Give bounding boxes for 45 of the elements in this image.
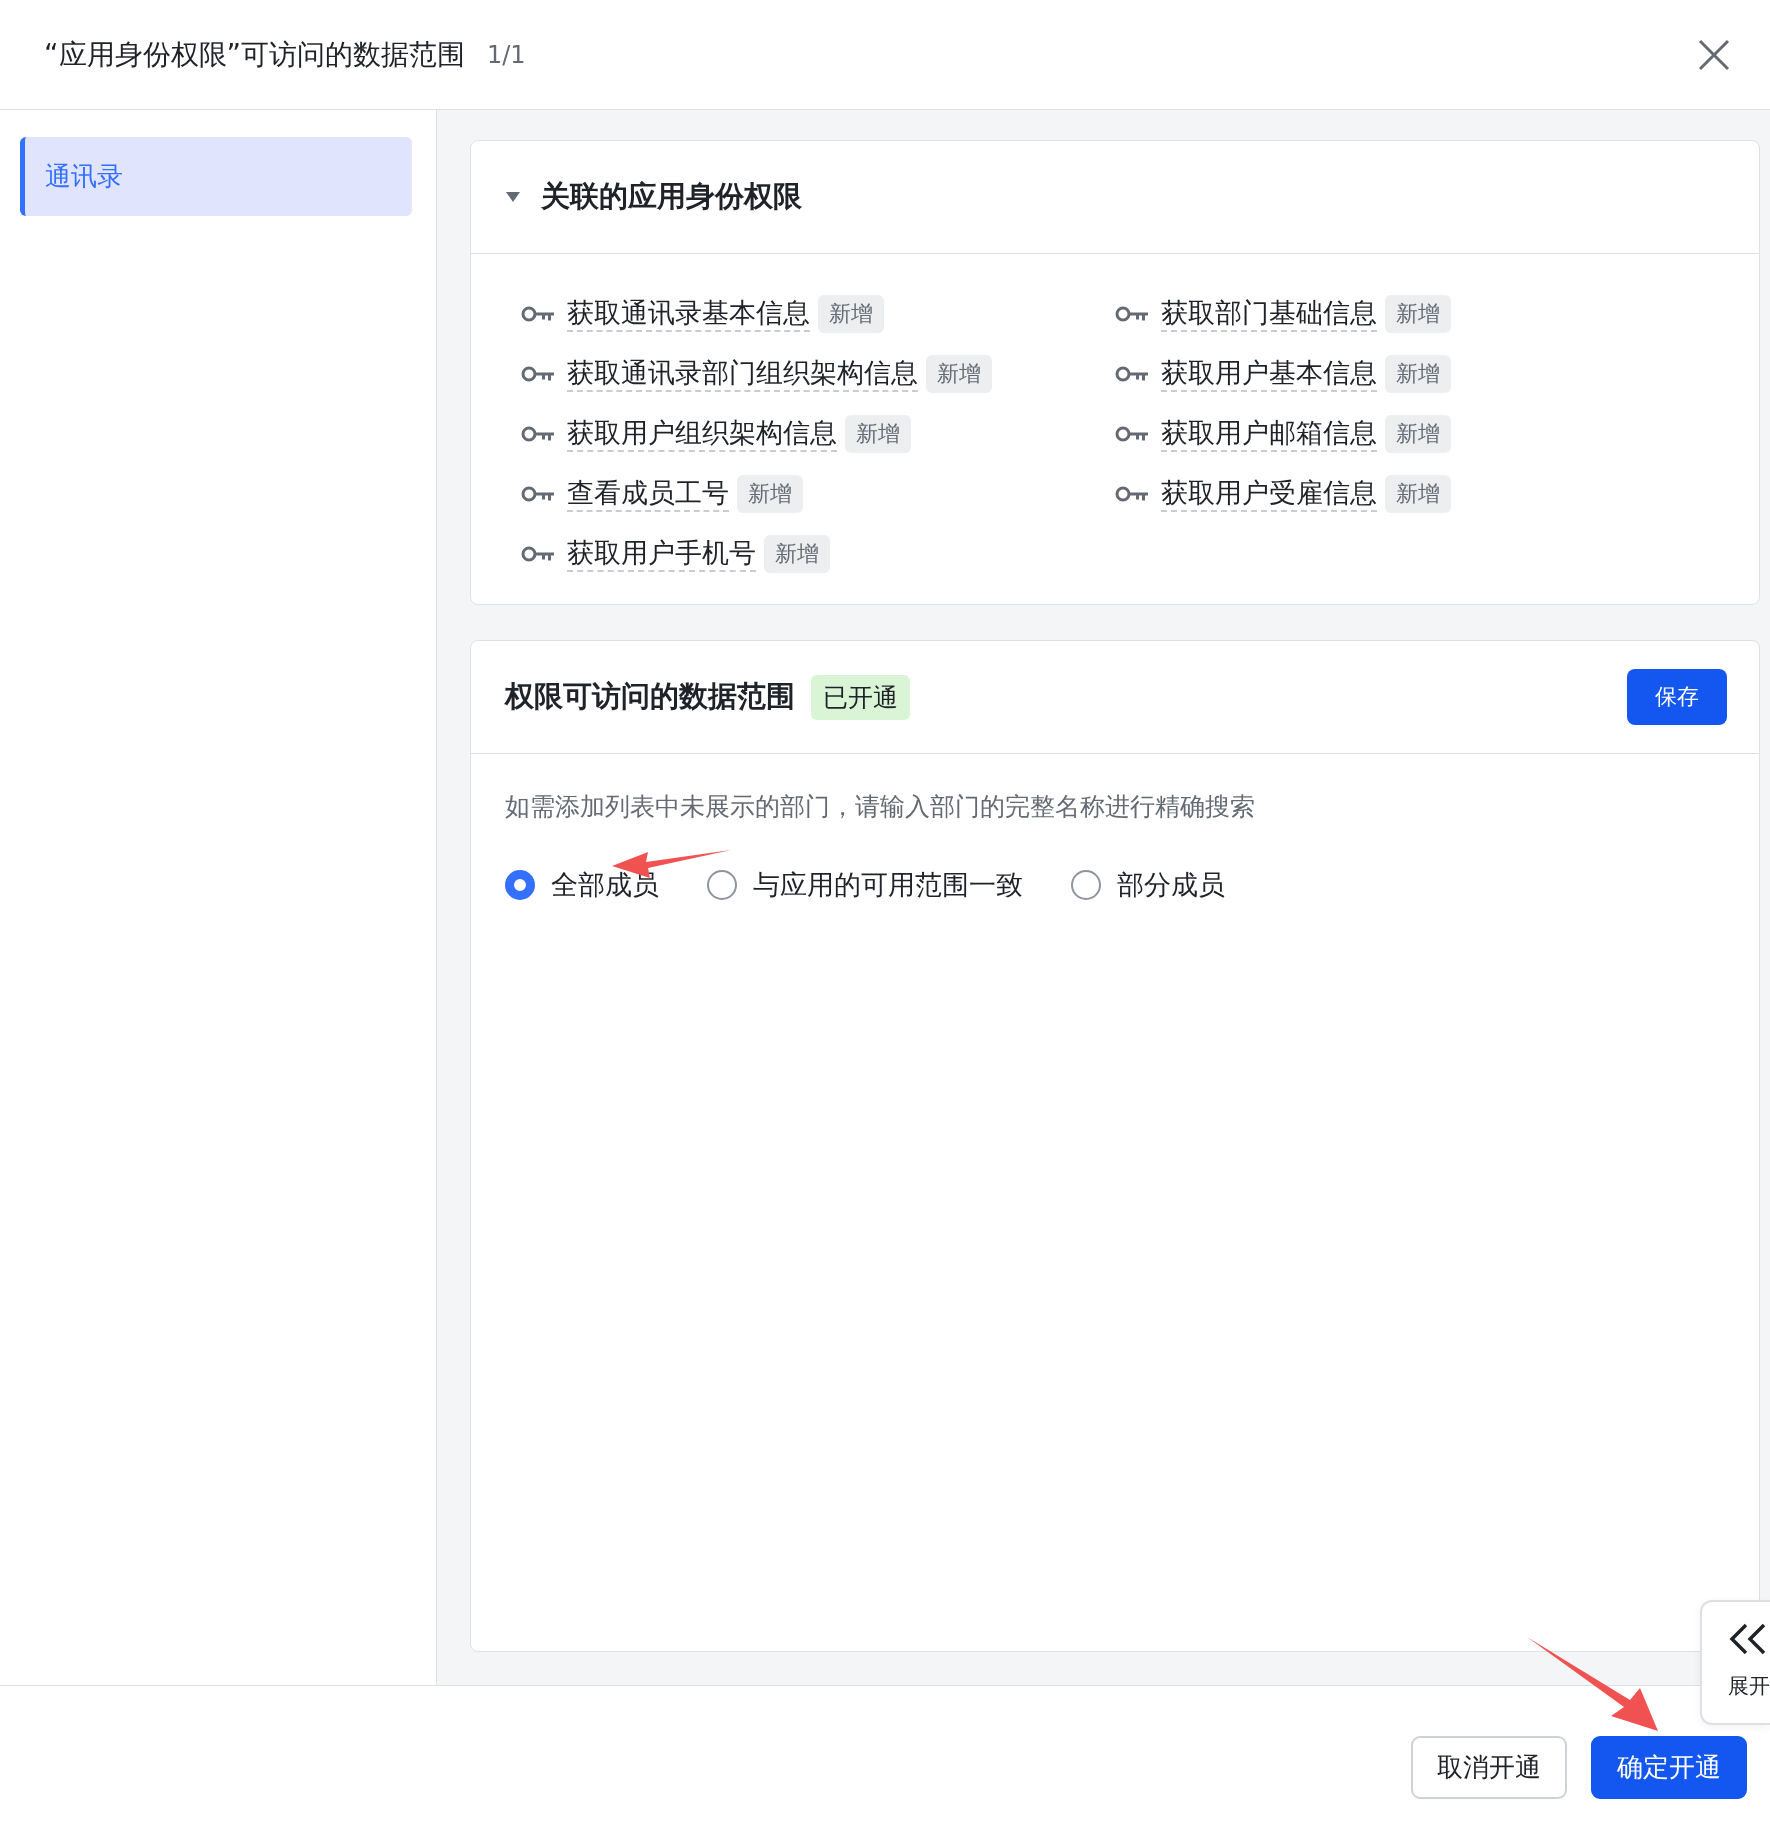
new-tag: 新增 [737, 475, 803, 513]
permission-name: 获取部门基础信息 [1161, 296, 1377, 332]
key-icon [1115, 365, 1149, 383]
key-icon [521, 485, 555, 503]
radio-button[interactable] [1071, 870, 1101, 900]
key-icon [521, 425, 555, 443]
permission-name: 获取用户邮箱信息 [1161, 416, 1377, 452]
new-tag: 新增 [1385, 475, 1451, 513]
hint-text: 如需添加列表中未展示的部门，请输入部门的完整名称进行精确搜索 [505, 791, 1256, 823]
card-title: 权限可访问的数据范围 [505, 678, 795, 715]
new-tag: 新增 [1385, 415, 1451, 453]
status-tag: 已开通 [811, 674, 910, 720]
new-tag: 新增 [1385, 295, 1451, 333]
key-icon [1115, 485, 1149, 503]
key-icon [521, 305, 555, 323]
card-title: 关联的应用身份权限 [541, 178, 802, 215]
permission-name: 获取用户组织架构信息 [567, 416, 837, 452]
key-icon [521, 545, 555, 563]
page-counter: 1/1 [487, 40, 526, 69]
expand-label: 展开 [1728, 1673, 1770, 1700]
new-tag: 新增 [845, 415, 911, 453]
radio-button[interactable] [707, 870, 737, 900]
permission-name: 查看成员工号 [567, 476, 729, 512]
radio-label[interactable]: 与应用的可用范围一致 [753, 867, 1023, 903]
dialog-title: “应用身份权限”可访问的数据范围 [44, 36, 465, 73]
expand-tab[interactable]: 展开 [1700, 1600, 1770, 1725]
key-icon [1115, 425, 1149, 443]
save-button[interactable]: 保存 [1627, 669, 1727, 725]
permission-name: 获取通讯录部门组织架构信息 [567, 356, 918, 392]
new-tag: 新增 [818, 295, 884, 333]
new-tag: 新增 [1385, 355, 1451, 393]
radio-button[interactable] [505, 870, 535, 900]
key-icon [1115, 305, 1149, 323]
new-tag: 新增 [926, 355, 992, 393]
permission-name: 获取用户基本信息 [1161, 356, 1377, 392]
new-tag: 新增 [764, 535, 830, 573]
triangle-icon[interactable] [505, 191, 521, 203]
confirm-button[interactable]: 确定开通 [1591, 1736, 1747, 1799]
permission-name: 获取通讯录基本信息 [567, 296, 810, 332]
permission-name: 获取用户手机号 [567, 536, 756, 572]
cancel-button[interactable]: 取消开通 [1411, 1736, 1567, 1799]
permission-name: 获取用户受雇信息 [1161, 476, 1377, 512]
key-icon [521, 365, 555, 383]
radio-label[interactable]: 部分成员 [1117, 867, 1225, 903]
double-chevron-icon [1728, 1622, 1768, 1656]
